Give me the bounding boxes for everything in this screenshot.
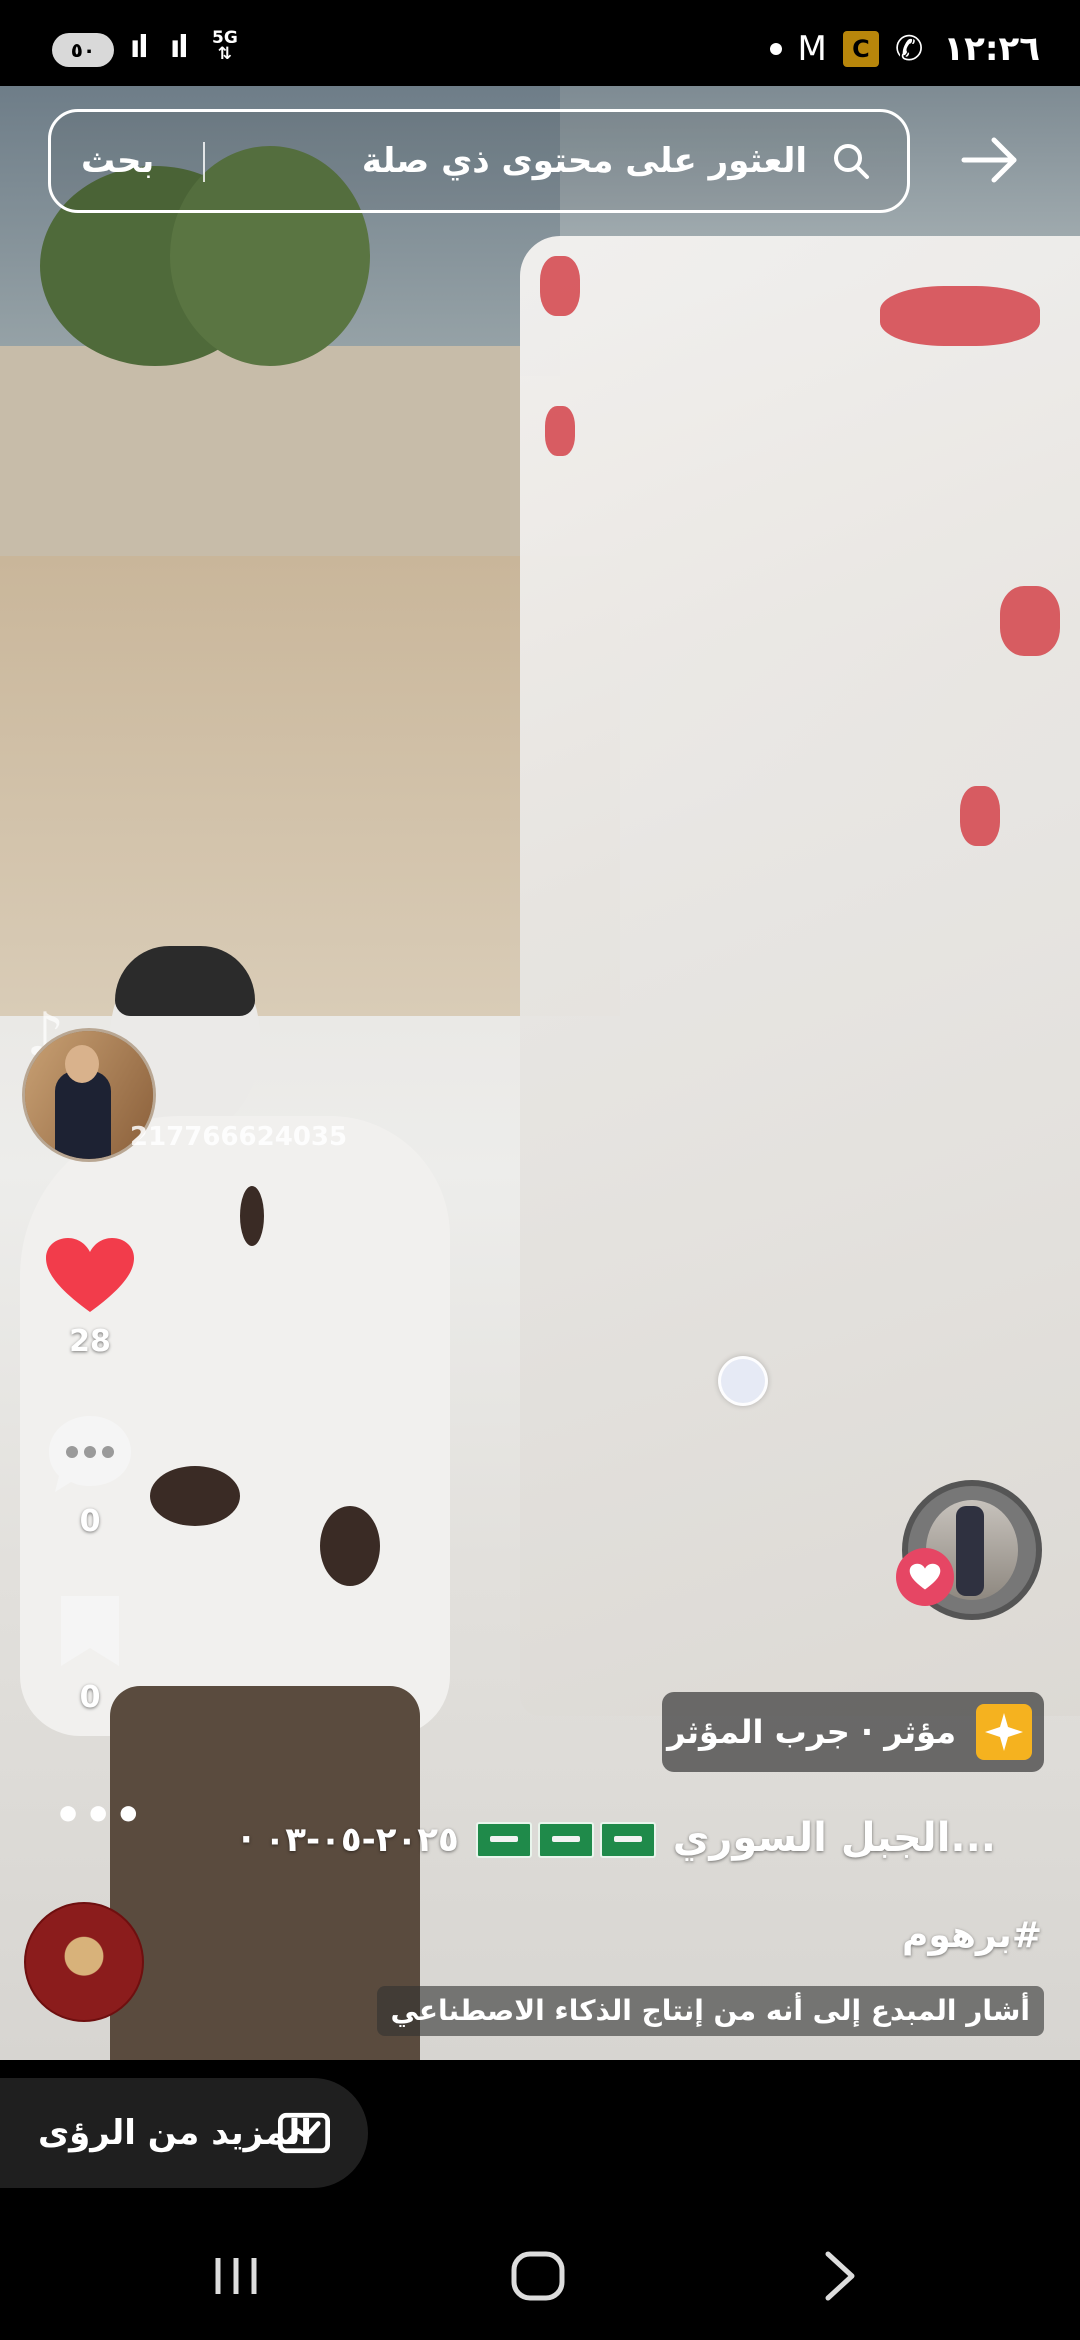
clock: ١٢:٢٦: [943, 29, 1040, 69]
search-placeholder: العثور على محتوى ذي صلة: [361, 141, 807, 181]
signal-icon: ıl: [170, 30, 189, 65]
scene-red-patch: [1000, 586, 1060, 656]
saudi-flag-icon: [475, 1822, 532, 1858]
notification-dot-icon: [769, 43, 782, 55]
insights-label: المزيد من الرؤى: [38, 2113, 312, 2153]
favorite-button[interactable]: 0: [40, 1592, 140, 1715]
post-date: ٢٠٢٥-٠٥-٠٣ ·: [239, 1820, 459, 1860]
sparkle-icon: [976, 1704, 1032, 1760]
whatsapp-icon: ✆: [894, 29, 924, 69]
caption-text: ...الجبل السوري: [672, 1815, 996, 1861]
search-input[interactable]: بحث العثور على محتوى ذي صلة: [48, 109, 910, 213]
saudi-flag-icon: [537, 1822, 594, 1858]
comment-icon: [49, 1416, 131, 1492]
bookmark-icon: [61, 1596, 119, 1666]
scene-red-patch: [880, 286, 1040, 346]
hashtag-link[interactable]: #برهوم: [902, 1908, 1042, 1964]
sound-avatar[interactable]: [24, 1902, 144, 2022]
scene-red-patch: [545, 406, 575, 456]
effect-pill[interactable]: مؤثر · جرب المؤثر: [662, 1692, 1044, 1772]
scene-red-patch: [540, 256, 580, 316]
back-icon[interactable]: [808, 2244, 872, 2308]
search-divider: [203, 142, 205, 182]
home-icon[interactable]: [506, 2244, 570, 2308]
ai-generated-notice: أشار المبدع إلى أنه من إنتاج الذكاء الاص…: [376, 1986, 1044, 2036]
status-icons: M C ✆ ١٢:٢٦: [769, 26, 1040, 72]
recents-icon[interactable]: [204, 2244, 268, 2308]
watermark-user-id: 217766624035: [130, 1122, 348, 1152]
scene-wall: [0, 346, 520, 566]
more-options-button[interactable]: •••: [54, 1790, 144, 1841]
trend-chart-icon: [278, 2112, 330, 2154]
signal-icon: ıl: [130, 30, 149, 65]
caption-title[interactable]: ...الجبل السوري ٢٠٢٥-٠٥-٠٣ ·: [240, 1808, 996, 1868]
like-count: 28: [69, 1324, 111, 1359]
like-button[interactable]: 28: [40, 1236, 140, 1359]
more-insights-button[interactable]: المزيد من الرؤى: [0, 2078, 368, 2188]
top-bar: بحث العثور على محتوى ذي صلة: [0, 106, 1080, 216]
status-bar: ٥٠ ıl ıl 5G ⇅ M C ✆ ١٢:٢٦: [0, 0, 1080, 86]
comment-button[interactable]: 0: [40, 1412, 140, 1539]
heart-icon: [46, 1238, 134, 1312]
network-badge: 5G ⇅: [212, 28, 238, 64]
effect-label: مؤثر · جرب المؤثر: [667, 1713, 956, 1751]
arrow-right-icon[interactable]: [958, 128, 1022, 192]
app-c-icon: C: [842, 31, 879, 67]
gmail-icon: M: [797, 29, 827, 69]
disc-heart-icon[interactable]: [896, 1548, 954, 1606]
search-icon: [834, 144, 869, 179]
saudi-flag-icon: [599, 1822, 656, 1858]
favorite-count: 0: [79, 1680, 101, 1715]
search-button[interactable]: بحث: [81, 112, 154, 210]
system-nav-bar: [0, 2208, 1080, 2340]
battery-icon: ٥٠: [52, 33, 114, 67]
scene-red-patch: [960, 786, 1000, 846]
comment-count: 0: [79, 1504, 101, 1539]
loading-indicator: [718, 1356, 768, 1406]
